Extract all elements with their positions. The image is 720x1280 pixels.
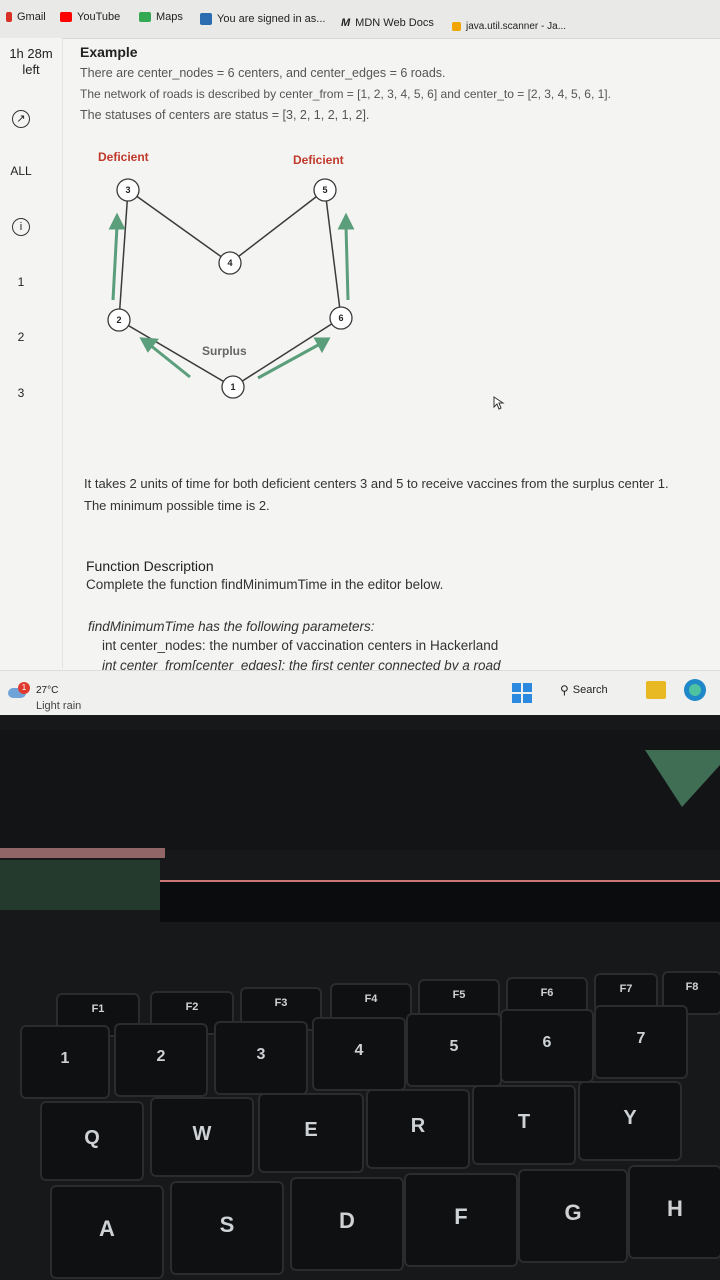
brand-logo <box>640 745 720 815</box>
key-e[interactable]: E <box>258 1093 364 1173</box>
time-remaining: 1h 28m left <box>9 46 53 77</box>
arrow-head <box>108 212 126 230</box>
example-line-2: The network of roads is described by cen… <box>80 87 611 101</box>
key-r[interactable]: R <box>366 1089 470 1169</box>
laptop-keyboard: F1 F2 F3 F4 F5 F6 F7 F8 1 2 3 4 5 6 7 Q … <box>0 715 720 1280</box>
node-2-label: 2 <box>116 315 121 325</box>
surplus-label: Surplus <box>202 344 247 358</box>
weather-icon[interactable]: 1 <box>8 682 30 698</box>
edge-5-6 <box>324 189 342 319</box>
info-icon[interactable]: i <box>12 218 30 236</box>
gmail-icon <box>6 12 12 22</box>
node-1-label: 1 <box>230 382 235 392</box>
weather-condition: Light rain <box>36 700 82 712</box>
explanation-line-1: It takes 2 units of time for both defici… <box>84 476 669 491</box>
function-description-title: Function Description <box>86 558 214 574</box>
question-2-tab[interactable]: 2 <box>0 330 42 344</box>
key-q[interactable]: Q <box>40 1101 144 1181</box>
hinge-area <box>0 730 720 850</box>
all-questions-tab[interactable]: ALL <box>0 164 42 178</box>
example-title: Example <box>80 44 138 60</box>
laptop-edge <box>160 880 720 922</box>
mdn-icon: M <box>341 17 351 29</box>
question-3-tab[interactable]: 3 <box>0 386 42 400</box>
laptop-screen: Gmail YouTube Maps You are signed in as.… <box>0 0 720 715</box>
bookmark-gmail[interactable]: Gmail <box>6 11 46 23</box>
arrow-6-to-5 <box>344 225 350 301</box>
explanation-line-2: The minimum possible time is 2. <box>84 498 270 513</box>
key-y[interactable]: Y <box>578 1081 682 1161</box>
bookmark-maps[interactable]: Maps <box>139 11 183 23</box>
mouse-cursor-icon <box>493 396 505 410</box>
example-line-3: The statuses of centers are status = [3,… <box>80 108 370 122</box>
edge-4-5 <box>229 189 326 264</box>
arrow-2-to-3 <box>111 225 119 301</box>
arrow-head <box>313 337 331 354</box>
key-4[interactable]: 4 <box>312 1017 406 1091</box>
search-icon: ⚲ <box>560 683 569 697</box>
key-3[interactable]: 3 <box>214 1021 308 1095</box>
search-box[interactable]: ⚲ Search <box>560 679 635 701</box>
key-5[interactable]: 5 <box>406 1013 502 1087</box>
deficient-label-right: Deficient <box>293 153 344 167</box>
key-h[interactable]: H <box>628 1165 720 1259</box>
youtube-icon <box>60 12 72 22</box>
edge-browser-icon[interactable] <box>684 679 706 701</box>
parameter-1: int center_nodes: the number of vaccinat… <box>102 638 499 653</box>
edge-1-6 <box>232 317 342 388</box>
question-sidebar: 1h 28m left ↗ ALL i 1 2 3 <box>0 38 63 668</box>
windows-start-icon[interactable] <box>512 683 532 703</box>
key-t[interactable]: T <box>472 1085 576 1165</box>
weather-badge: 1 <box>18 682 30 694</box>
node-3-label: 3 <box>125 185 130 195</box>
bookmark-java-scanner[interactable]: java.util.scanner - Ja... <box>452 21 566 32</box>
edge-2-3 <box>118 189 129 321</box>
file-explorer-icon[interactable] <box>646 681 666 699</box>
edge-3-4 <box>127 189 231 264</box>
key-s[interactable]: S <box>170 1181 284 1275</box>
key-g[interactable]: G <box>518 1169 628 1263</box>
bookmark-youtube[interactable]: YouTube <box>60 11 120 23</box>
example-line-1: There are center_nodes = 6 centers, and … <box>80 66 446 80</box>
screen-bezel-green <box>0 860 160 910</box>
key-d[interactable]: D <box>290 1177 404 1271</box>
parameters-intro: findMinimumTime has the following parame… <box>88 619 375 634</box>
node-6-label: 6 <box>338 313 343 323</box>
function-description-line: Complete the function findMinimumTime in… <box>86 577 444 592</box>
bookmarks-bar: Gmail YouTube Maps You are signed in as.… <box>0 0 720 39</box>
maps-icon <box>139 12 151 22</box>
key-7[interactable]: 7 <box>594 1005 688 1079</box>
deficient-label-left: Deficient <box>98 150 149 164</box>
key-6[interactable]: 6 <box>500 1009 594 1083</box>
key-2[interactable]: 2 <box>114 1023 208 1097</box>
java-icon <box>452 22 461 31</box>
key-w[interactable]: W <box>150 1097 254 1177</box>
arrow-1-to-6 <box>257 342 321 380</box>
account-icon <box>200 13 212 25</box>
node-5-label: 5 <box>322 185 327 195</box>
accent-strip <box>0 848 165 858</box>
node-4-label: 4 <box>227 258 232 268</box>
question-1-tab[interactable]: 1 <box>0 275 42 289</box>
key-a[interactable]: A <box>50 1185 164 1279</box>
progress-icon[interactable]: ↗ <box>12 110 30 128</box>
temperature: 27°C <box>36 685 59 696</box>
arrow-head <box>337 212 355 230</box>
key-1[interactable]: 1 <box>20 1025 110 1099</box>
bookmark-signed-in[interactable]: You are signed in as... <box>200 13 325 25</box>
key-f[interactable]: F <box>404 1173 518 1267</box>
bookmark-mdn[interactable]: M MDN Web Docs <box>341 17 434 29</box>
road-network-diagram: 1 2 3 4 5 6 Deficient Deficient Surplus <box>98 150 355 399</box>
taskbar: 1 27°C Light rain ⚲ Search <box>0 670 720 715</box>
